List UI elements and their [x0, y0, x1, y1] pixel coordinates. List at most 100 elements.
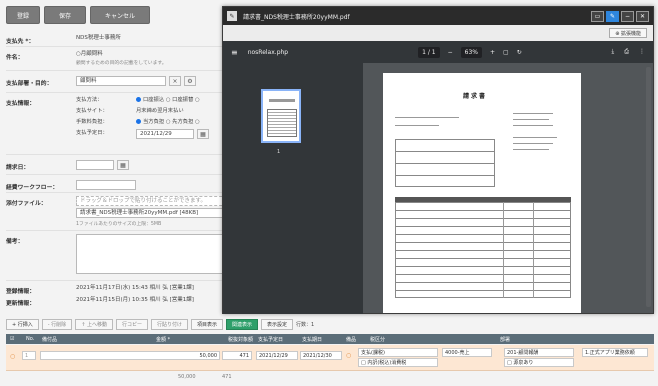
tax-cell[interactable]: 471	[222, 351, 252, 360]
subject-hint: 顧問するための目的の記載をしています。	[76, 61, 167, 66]
fit-page-icon[interactable]: ▢	[503, 49, 509, 56]
column-display-button[interactable]: 項目表示	[191, 318, 224, 330]
calendar-icon[interactable]: ▦	[117, 160, 129, 170]
page-thumbnail[interactable]	[261, 89, 301, 143]
zoom-in-icon[interactable]: +	[490, 49, 495, 56]
divider	[6, 46, 232, 47]
row-radio-icon[interactable]: ○	[10, 353, 15, 360]
issuer-line	[513, 137, 557, 138]
issuer-line	[513, 113, 553, 114]
issuer-line	[513, 149, 549, 150]
save-button[interactable]: 保存	[44, 6, 87, 24]
tax-class-select[interactable]: 支払(課税)	[358, 348, 438, 357]
delete-row-button[interactable]: - 行削除	[41, 318, 73, 330]
related-display-button[interactable]: 関連表示	[226, 318, 259, 330]
dept-select[interactable]: 顧問料	[76, 76, 166, 86]
pay-site-label: 支払サイト：	[76, 108, 108, 114]
tax-detail-select[interactable]: □ 内訳(税込)消費税	[358, 358, 438, 367]
minimize-icon[interactable]: −	[621, 10, 634, 22]
note-label: 備考：	[6, 239, 24, 245]
col-dept: 部署	[500, 336, 511, 343]
pdf-window-title: 請求書_NDS税理士事務所20yyMM.pdf	[243, 13, 350, 21]
updated-value: 2021年11月15日(月) 10:35 相川 弘	[76, 297, 168, 303]
created-value: 2021年11月17日(水) 15:43 相川 弘	[76, 285, 168, 291]
pdf-scrollbar[interactable]	[646, 67, 651, 307]
withholding-select[interactable]: □ 源泉あり	[504, 358, 574, 367]
close-icon[interactable]: ✕	[636, 10, 649, 22]
col-no: No.	[26, 336, 35, 342]
clear-icon[interactable]: ×	[169, 76, 181, 86]
pay-site-value: 月末締め翌月末払い	[136, 108, 184, 114]
download-icon[interactable]: ⤓	[612, 48, 615, 56]
row-count: 行数：1	[296, 321, 315, 328]
issuer-line	[513, 119, 549, 120]
pay-date-input[interactable]: 2021/12/29	[136, 129, 194, 139]
expense-type-select[interactable]: 201-顧問報酬	[504, 348, 574, 357]
register-button[interactable]: 登録	[6, 6, 41, 24]
restore-icon[interactable]: ▭	[591, 10, 604, 22]
workflow-row: 経費ワークフロー：	[6, 180, 232, 191]
created-label: 登録情報：	[6, 289, 35, 295]
file-label: 添付ファイル：	[6, 201, 47, 207]
payee-value[interactable]: NDS税理士事務所	[76, 34, 232, 45]
select-all-checkbox[interactable]: ☑	[10, 336, 14, 342]
fee-value[interactable]: 当方負担 ○ 先方負担 ○	[136, 118, 232, 127]
gear-icon[interactable]: ⚙	[184, 76, 196, 86]
updated-dept-tag: [営業1課]	[169, 297, 194, 303]
divider	[6, 230, 232, 231]
payee-row: 支払先 *： NDS税理士事務所	[6, 34, 232, 45]
department-select[interactable]: 1.正式アプリ業務依頼	[582, 348, 648, 357]
insert-row-button[interactable]: + 行挿入	[6, 318, 39, 330]
amount-cell[interactable]: 50,000	[40, 351, 220, 360]
menu-icon[interactable]: ≡	[231, 48, 238, 57]
zoom-out-icon[interactable]: −	[448, 49, 453, 56]
col-pay-date: 支払予定日	[258, 336, 284, 343]
display-settings-button[interactable]: 表示設定	[261, 318, 294, 330]
expense-form: 支払先 *： NDS税理士事務所 件名： ○月顧問料 顧問するための目的の記載を…	[6, 30, 232, 310]
col-item: 備付品	[42, 336, 58, 343]
divider	[6, 92, 232, 93]
created-dept-tag: [営業1課]	[169, 285, 194, 291]
due-date-cell[interactable]: 2021/12/30	[300, 351, 342, 360]
updated-row: 更新情報： 2021年11月15日(月) 10:35 相川 弘 [営業1課]	[6, 296, 232, 307]
dept-row: 支払部署・目的： 顧問料 × ⚙	[6, 76, 232, 87]
download-button[interactable]: ⊕ 拡張機能	[609, 28, 647, 38]
table-row[interactable]: ○ 1 50,000 471 2021/12/29 2021/12/30 ○ 支…	[6, 345, 654, 371]
pay-date-cell[interactable]: 2021/12/29	[256, 351, 298, 360]
issuer-line	[513, 125, 553, 126]
more-icon[interactable]: ⋮	[639, 48, 645, 56]
workflow-select[interactable]	[76, 180, 136, 190]
detail-table-column	[503, 202, 504, 298]
subject-input[interactable]: ○月顧問料	[76, 50, 232, 59]
note-textarea[interactable]	[76, 234, 226, 274]
app-window: 登録 保存 キャンセル 支払先 *： NDS税理士事務所 件名： ○月顧問料 顧…	[0, 0, 658, 386]
pin-icon[interactable]: ✎	[606, 10, 619, 22]
payinfo-grid: 支払方法： 口座振込 ○ 口座振替 ○ 支払サイト： 月末締め翌月末払い 手数料…	[76, 96, 232, 139]
file-dropzone[interactable]: ドラッグ＆ドロップで貼り付けることができます。	[76, 196, 232, 206]
attached-file[interactable]: 請求書_NDS税理士事務所20yyMM.pdf [48KB]	[76, 208, 232, 218]
row-number: 1	[22, 351, 36, 360]
payinfo-label: 支払情報：	[6, 101, 35, 107]
pay-method-value[interactable]: 口座振込 ○ 口座振替 ○	[136, 96, 232, 105]
cancel-button[interactable]: キャンセル	[90, 6, 151, 24]
row-option-icon[interactable]: ○	[346, 352, 351, 359]
rotate-icon[interactable]: ↻	[517, 49, 522, 56]
issuer-line	[513, 143, 553, 144]
divider	[6, 70, 232, 71]
copy-row-button[interactable]: 行コピー	[115, 318, 148, 330]
note-row: 備考：	[6, 234, 232, 274]
calendar-icon[interactable]: ▦	[197, 129, 209, 139]
top-toolbar: 登録 保存 キャンセル	[6, 6, 151, 24]
paste-row-button[interactable]: 行貼り付け	[150, 318, 188, 330]
page-indicator[interactable]: 1 / 1	[418, 46, 440, 58]
updated-label: 更新情報：	[6, 301, 35, 307]
account-select[interactable]: 4000-売上	[442, 348, 492, 357]
detail-table	[395, 202, 571, 298]
invoice-date-input[interactable]	[76, 160, 114, 170]
total-amount: 50,000	[178, 374, 196, 380]
print-icon[interactable]: ⎙	[624, 48, 629, 56]
pdf-titlebar: ✎ 請求書_NDS税理士事務所20yyMM.pdf ▭ ✎ − ✕	[223, 7, 653, 25]
pdf-subbar: ⊕ 拡張機能	[223, 25, 653, 41]
zoom-level[interactable]: 63%	[460, 46, 482, 58]
move-up-button[interactable]: ↑ 上へ移動	[75, 318, 113, 330]
